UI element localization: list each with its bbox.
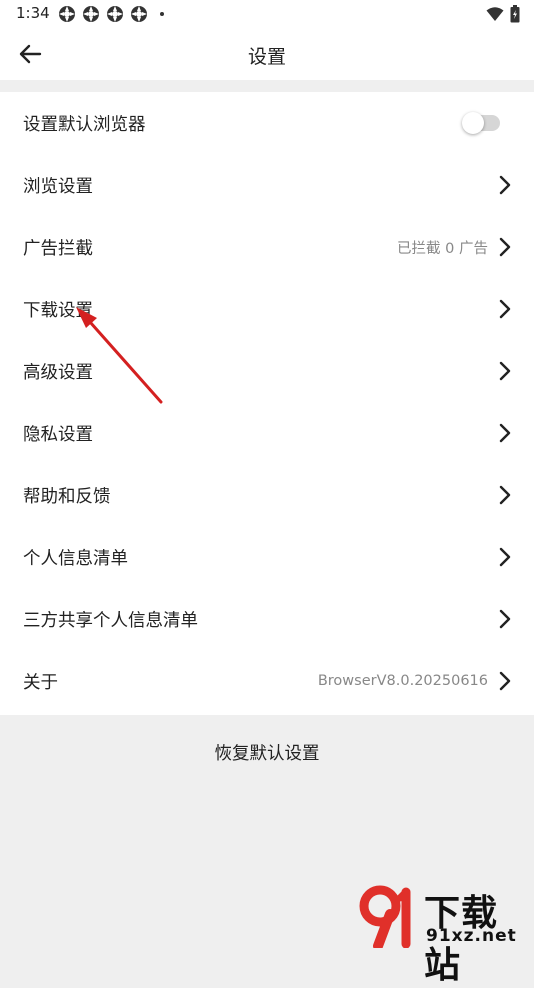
chevron-right-icon	[498, 547, 512, 567]
setting-label: 隐私设置	[23, 424, 93, 445]
toggle-knob	[462, 112, 484, 134]
battery-icon	[510, 5, 520, 23]
setting-privacy[interactable]: 隐私设置	[0, 402, 534, 464]
chevron-right-icon	[498, 423, 512, 443]
wifi-icon	[486, 7, 504, 21]
status-time: 1:34	[16, 4, 50, 22]
setting-label: 设置默认浏览器	[23, 114, 146, 135]
setting-label: 浏览设置	[23, 176, 93, 197]
chevron-right-icon	[498, 485, 512, 505]
setting-personal-info[interactable]: 个人信息清单	[0, 526, 534, 588]
chevron-right-icon	[498, 175, 512, 195]
setting-label: 广告拦截	[23, 238, 93, 259]
more-notifications-dot	[160, 12, 164, 16]
notification-icons	[58, 5, 164, 23]
chevron-right-icon	[498, 237, 512, 257]
setting-label: 个人信息清单	[23, 548, 128, 569]
setting-label: 帮助和反馈	[23, 486, 111, 507]
setting-download[interactable]: 下载设置	[0, 278, 534, 340]
setting-third-party-info[interactable]: 三方共享个人信息清单	[0, 588, 534, 650]
setting-advanced[interactable]: 高级设置	[0, 340, 534, 402]
default-browser-toggle[interactable]	[462, 112, 500, 134]
watermark-domain: 91xz.net	[426, 926, 517, 946]
setting-browse[interactable]: 浏览设置	[0, 154, 534, 216]
chevron-right-icon	[498, 609, 512, 629]
chevron-right-icon	[498, 299, 512, 319]
setting-help[interactable]: 帮助和反馈	[0, 464, 534, 526]
section-divider	[0, 80, 534, 92]
setting-label: 三方共享个人信息清单	[23, 610, 198, 631]
watermark-logo: 下载站 91xz.net	[356, 884, 530, 986]
restore-defaults-button[interactable]: 恢复默认设置	[0, 715, 534, 789]
setting-ad-block[interactable]: 广告拦截 已拦截 0 广告	[0, 216, 534, 278]
status-bar: 1:34	[0, 0, 534, 28]
settings-list: 设置默认浏览器 浏览设置 广告拦截 已拦截 0 广告 下载设置 高级设置 隐私设…	[0, 92, 534, 715]
app-notification-icon	[131, 6, 147, 22]
logo-icon	[359, 885, 411, 948]
version-text: BrowserV8.0.20250616	[317, 673, 488, 689]
app-header: 设置	[0, 28, 534, 80]
page-title: 设置	[247, 46, 286, 68]
ad-block-count: 已拦截 0 广告	[397, 240, 488, 257]
status-right-icons	[486, 5, 520, 23]
app-notification-icon	[59, 6, 75, 22]
setting-label: 下载设置	[23, 300, 93, 321]
setting-label: 高级设置	[23, 362, 93, 383]
app-notification-icon	[107, 6, 123, 22]
setting-about[interactable]: 关于 BrowserV8.0.20250616	[0, 650, 534, 712]
chevron-right-icon	[498, 361, 512, 381]
chevron-right-icon	[498, 671, 512, 691]
setting-label: 关于	[23, 672, 58, 693]
setting-default-browser: 设置默认浏览器	[0, 92, 534, 154]
app-notification-icon	[83, 6, 99, 22]
